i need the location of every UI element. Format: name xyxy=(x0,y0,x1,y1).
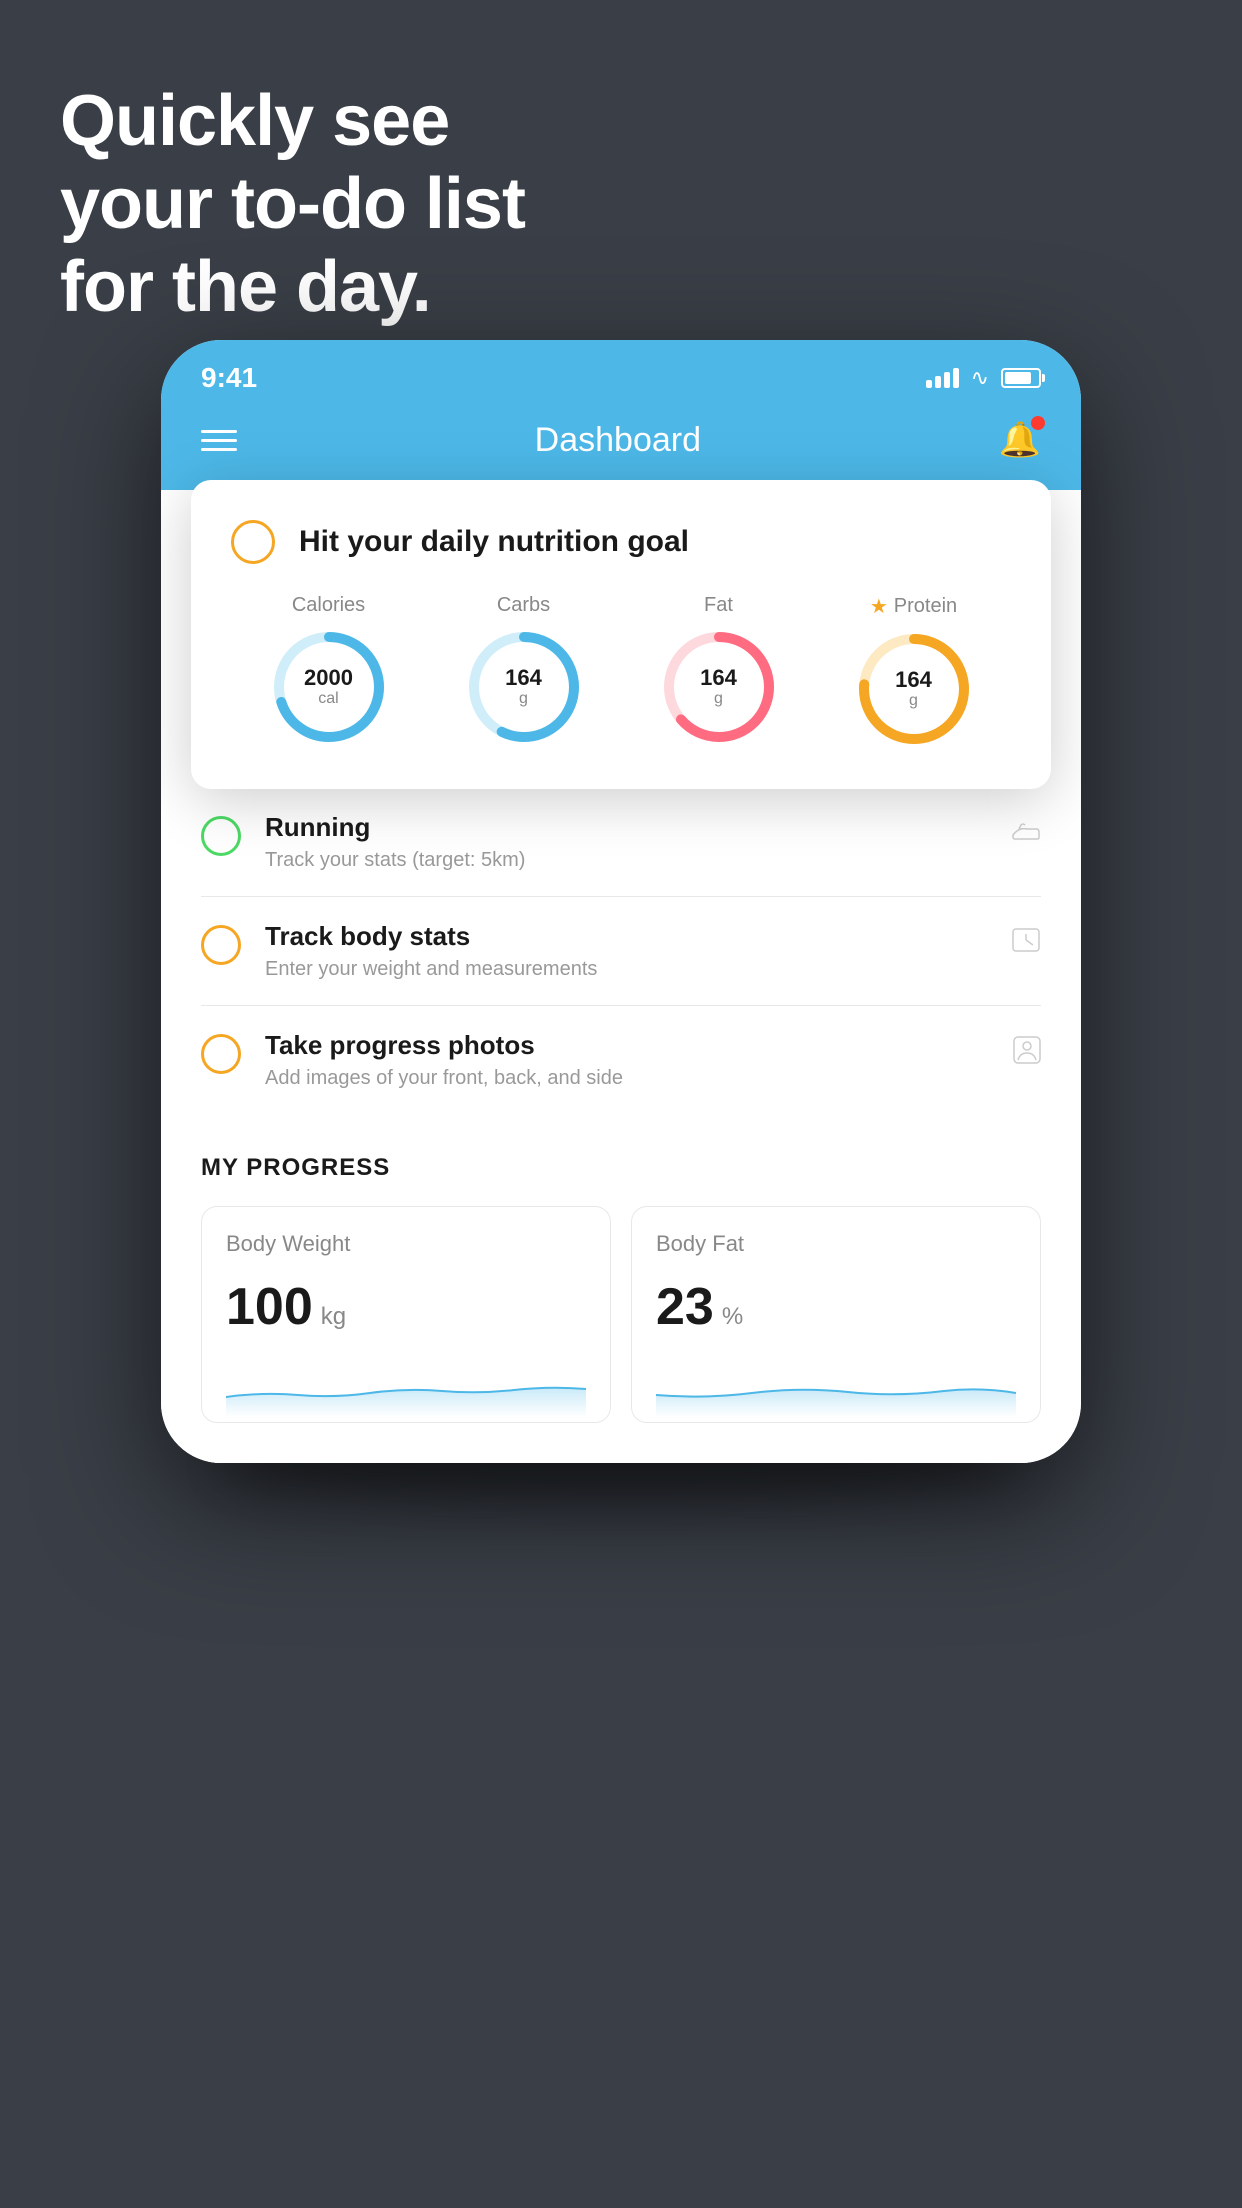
body-weight-chart xyxy=(226,1357,586,1417)
nutrition-checkbox[interactable] xyxy=(231,520,275,564)
notification-button[interactable]: 🔔 xyxy=(999,420,1041,460)
todo-subtitle-photos: Add images of your front, back, and side xyxy=(265,1067,989,1090)
todo-checkbox-photos[interactable] xyxy=(201,1034,241,1074)
fat-donut: 164 g xyxy=(659,627,779,747)
calories-label: Calories xyxy=(292,594,365,617)
app-header: Dashboard 🔔 xyxy=(161,400,1081,490)
todo-list: Running Track your stats (target: 5km) xyxy=(161,788,1081,1114)
status-icons: ∿ xyxy=(926,365,1041,391)
todo-text-running: Running Track your stats (target: 5km) xyxy=(265,812,987,872)
status-bar: 9:41 ∿ xyxy=(161,340,1081,400)
todo-title-bodystats: Track body stats xyxy=(265,921,987,952)
todo-text-photos: Take progress photos Add images of your … xyxy=(265,1030,989,1090)
header-title: Dashboard xyxy=(535,421,701,460)
fat-item: Fat 164 g xyxy=(659,594,779,747)
fat-label: Fat xyxy=(704,594,733,617)
nutrition-card-title: Hit your daily nutrition goal xyxy=(299,525,689,559)
calories-item: Calories 2000 cal xyxy=(269,594,389,747)
protein-label: ★ Protein xyxy=(870,594,957,619)
scale-icon xyxy=(1011,927,1041,960)
star-icon: ★ xyxy=(870,594,888,619)
todo-text-bodystats: Track body stats Enter your weight and m… xyxy=(265,921,987,981)
carbs-item: Carbs 164 g xyxy=(464,594,584,747)
body-weight-unit: kg xyxy=(321,1303,346,1331)
body-fat-title: Body Fat xyxy=(656,1231,1016,1257)
person-icon xyxy=(1013,1036,1041,1071)
nutrition-card: Hit your daily nutrition goal Calories xyxy=(191,480,1051,789)
progress-cards: Body Weight 100 kg xyxy=(201,1206,1041,1423)
signal-icon xyxy=(926,368,959,388)
notification-badge xyxy=(1031,416,1045,430)
status-time: 9:41 xyxy=(201,362,257,394)
carbs-donut: 164 g xyxy=(464,627,584,747)
menu-button[interactable] xyxy=(201,430,237,451)
body-weight-title: Body Weight xyxy=(226,1231,586,1257)
hero-text: Quickly see your to-do list for the day. xyxy=(60,80,525,328)
body-weight-card: Body Weight 100 kg xyxy=(201,1206,611,1423)
todo-subtitle-bodystats: Enter your weight and measurements xyxy=(265,958,987,981)
body-fat-value: 23 xyxy=(656,1277,714,1337)
progress-section-title: MY PROGRESS xyxy=(201,1154,1041,1182)
protein-donut: 164 g xyxy=(854,629,974,749)
body-fat-card: Body Fat 23 % xyxy=(631,1206,1041,1423)
todo-title-photos: Take progress photos xyxy=(265,1030,989,1061)
carbs-label: Carbs xyxy=(497,594,550,617)
protein-item: ★ Protein 164 g xyxy=(854,594,974,749)
body-fat-unit: % xyxy=(722,1303,743,1331)
todo-title-running: Running xyxy=(265,812,987,843)
todo-item-photos[interactable]: Take progress photos Add images of your … xyxy=(201,1006,1041,1114)
todo-checkbox-bodystats[interactable] xyxy=(201,925,241,965)
progress-section: MY PROGRESS Body Weight 100 kg xyxy=(161,1114,1081,1423)
content-area: THINGS TO DO TODAY Hit your daily nutrit… xyxy=(161,490,1081,1463)
todo-item-running[interactable]: Running Track your stats (target: 5km) xyxy=(201,788,1041,897)
battery-icon xyxy=(1001,368,1041,388)
phone-mockup: 9:41 ∿ Dashboard xyxy=(161,340,1081,1463)
todo-item-bodystats[interactable]: Track body stats Enter your weight and m… xyxy=(201,897,1041,1006)
todo-subtitle-running: Track your stats (target: 5km) xyxy=(265,849,987,872)
todo-checkbox-running[interactable] xyxy=(201,816,241,856)
calories-donut: 2000 cal xyxy=(269,627,389,747)
nutrition-row: Calories 2000 cal xyxy=(231,594,1011,749)
wifi-icon: ∿ xyxy=(971,365,989,391)
body-fat-chart xyxy=(656,1357,1016,1417)
shoe-icon xyxy=(1011,818,1041,850)
body-weight-value: 100 xyxy=(226,1277,313,1337)
